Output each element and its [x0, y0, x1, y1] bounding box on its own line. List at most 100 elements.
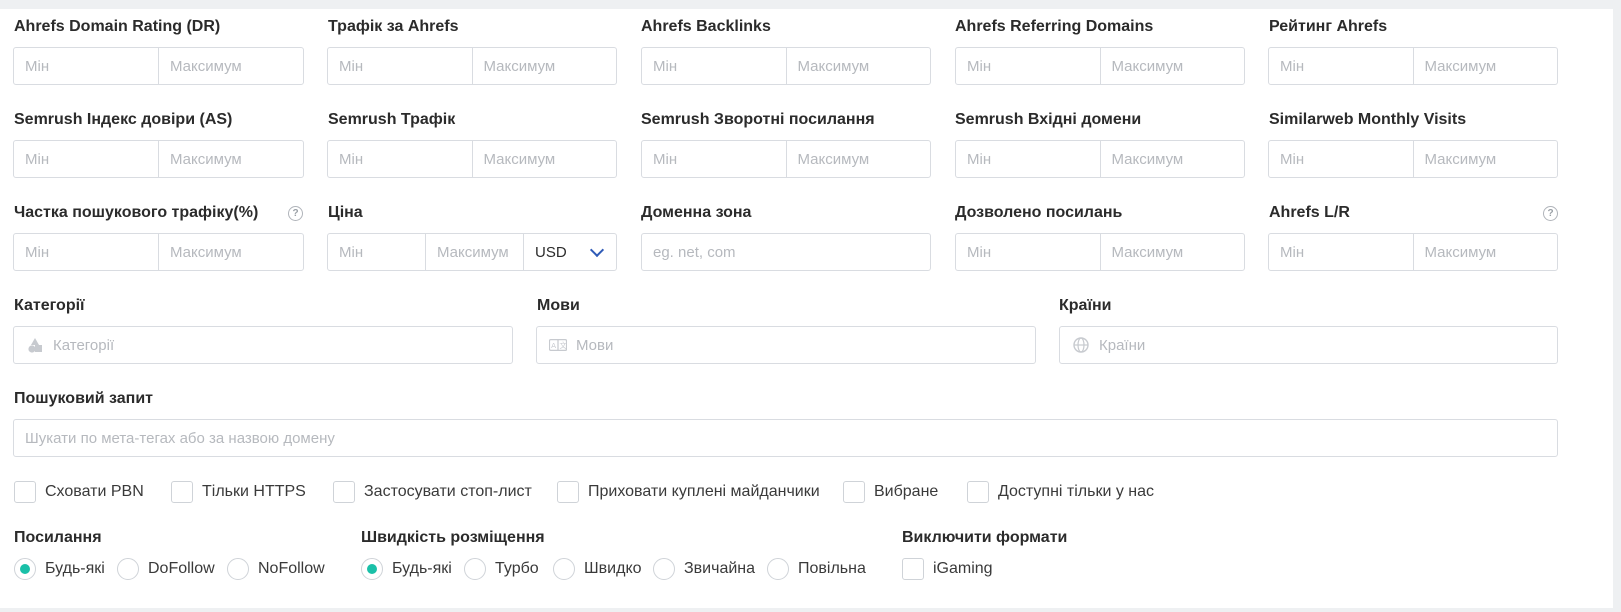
min-input[interactable]: Мін [1269, 141, 1413, 177]
max-input[interactable]: Максимум [158, 234, 303, 270]
checkbox-box[interactable] [557, 481, 579, 503]
radio-circle[interactable] [553, 558, 575, 580]
min-input[interactable]: Мін [642, 48, 786, 84]
ahrefs-rating-range: Мін Максимум [1268, 47, 1558, 85]
radio-links-any[interactable]: Будь-які [14, 558, 105, 580]
question-circle-icon[interactable]: ? [288, 206, 303, 221]
shapes-icon [26, 336, 44, 354]
min-input[interactable]: Мін [956, 234, 1100, 270]
ahrefs-traffic-range: Мін Максимум [327, 47, 617, 85]
radio-circle[interactable] [767, 558, 789, 580]
min-input[interactable]: Мін [328, 48, 472, 84]
links-allowed-range: Мін Максимум [955, 233, 1245, 271]
radio-label: Звичайна [684, 560, 756, 577]
currency-select[interactable]: USD [523, 234, 616, 270]
max-input[interactable]: Максимум [1412, 48, 1558, 84]
checkbox-exclude-igaming[interactable]: iGaming [902, 558, 993, 580]
radio-speed-turbo[interactable]: Турбо [464, 558, 539, 580]
ahrefs-ref-domains-range: Мін Максимум [955, 47, 1245, 85]
min-input[interactable]: Мін [642, 141, 786, 177]
checkbox-label: Застосувати стоп-лист [364, 483, 532, 500]
question-circle-icon[interactable]: ? [1543, 206, 1558, 221]
filter-label-similarweb: Similarweb Monthly Visits [1269, 111, 1467, 128]
min-input[interactable]: Мін [14, 141, 158, 177]
max-input[interactable]: Максимум [1412, 141, 1558, 177]
max-input[interactable]: Максимум [158, 48, 303, 84]
checkbox-label: Сховати PBN [45, 483, 144, 500]
categories-placeholder: Категорії [53, 336, 115, 354]
svg-text:文: 文 [559, 341, 566, 350]
max-input[interactable]: Максимум [471, 48, 617, 84]
checkbox-box[interactable] [171, 481, 193, 503]
filter-label-semrush-as: Semrush Індекс довіри (AS) [14, 111, 233, 128]
languages-select[interactable]: A文 Мови [536, 326, 1036, 364]
filter-label-domain-zone: Доменна зона [641, 204, 752, 221]
filter-label-languages: Мови [537, 297, 580, 314]
min-input[interactable]: Мін [956, 48, 1100, 84]
checkbox-box[interactable] [843, 481, 865, 503]
checkbox-https-only[interactable]: Тільки HTTPS [171, 481, 306, 503]
radio-circle[interactable] [227, 558, 249, 580]
radio-links-nofollow[interactable]: NoFollow [227, 558, 325, 580]
checkbox-label: Вибране [874, 483, 939, 500]
max-input[interactable]: Максимум [1099, 234, 1245, 270]
radio-circle[interactable] [653, 558, 675, 580]
radio-speed-normal[interactable]: Звичайна [653, 558, 755, 580]
filter-label-ahrefs-lr: Ahrefs L/R [1269, 204, 1350, 221]
radio-links-dofollow[interactable]: DoFollow [117, 558, 215, 580]
search-input[interactable]: Шукати по мета-тегах або за назвою домен… [13, 419, 1558, 457]
min-input[interactable]: Мін [1269, 234, 1413, 270]
checkbox-favorites[interactable]: Вибране [843, 481, 938, 503]
min-input[interactable]: Мін [1269, 48, 1413, 84]
filter-label-ahrefs-traffic: Трафік за Ahrefs [328, 18, 459, 35]
max-input[interactable]: Максимум [158, 141, 303, 177]
checkbox-exclusive[interactable]: Доступні тільки у нас [967, 481, 1154, 503]
search-share-range: Мін Максимум [13, 233, 304, 271]
max-input[interactable]: Максимум [471, 141, 617, 177]
svg-text:A: A [551, 341, 556, 350]
ahrefs-backlinks-range: Мін Максимум [641, 47, 931, 85]
bottom-strip [0, 608, 1621, 612]
countries-select[interactable]: Країни [1059, 326, 1558, 364]
radio-circle[interactable] [464, 558, 486, 580]
filter-label-links: Посилання [14, 529, 102, 546]
max-input[interactable]: Максимум [1099, 141, 1245, 177]
max-input[interactable]: Максимум [785, 141, 931, 177]
filter-label-ahrefs-dr: Ahrefs Domain Rating (DR) [14, 18, 221, 35]
checkbox-apply-stoplist[interactable]: Застосувати стоп-лист [333, 481, 532, 503]
min-input[interactable]: Мін [14, 48, 158, 84]
filter-label-speed: Швидкість розміщення [361, 529, 545, 546]
translate-icon: A文 [549, 336, 567, 354]
filter-label-semrush-traffic: Semrush Трафік [328, 111, 456, 128]
checkbox-box[interactable] [333, 481, 355, 503]
filter-label-ahrefs-ref-domains: Ahrefs Referring Domains [955, 18, 1154, 35]
max-input[interactable]: Максимум [1412, 234, 1558, 270]
scrollbar-track[interactable] [1613, 0, 1621, 612]
price-range: Мін Максимум USD [327, 233, 617, 271]
filter-label-semrush-backlinks: Semrush Зворотні посилання [641, 111, 875, 128]
radio-circle[interactable] [117, 558, 139, 580]
min-input[interactable]: Мін [956, 141, 1100, 177]
radio-speed-fast[interactable]: Швидко [553, 558, 642, 580]
radio-circle[interactable] [14, 558, 36, 580]
radio-speed-slow[interactable]: Повільна [767, 558, 866, 580]
checkbox-box[interactable] [902, 558, 924, 580]
semrush-backlinks-range: Мін Максимум [641, 140, 931, 178]
checkbox-hide-pbn[interactable]: Сховати PBN [14, 481, 144, 503]
min-input[interactable]: Мін [14, 234, 158, 270]
radio-circle[interactable] [361, 558, 383, 580]
semrush-ref-domains-range: Мін Максимум [955, 140, 1245, 178]
domain-zone-input[interactable]: eg. net, com [641, 233, 931, 271]
similarweb-range: Мін Максимум [1268, 140, 1558, 178]
max-input[interactable]: Максимум [425, 234, 523, 270]
max-input[interactable]: Максимум [785, 48, 931, 84]
max-input[interactable]: Максимум [1099, 48, 1245, 84]
checkbox-box[interactable] [14, 481, 36, 503]
filter-label-links-allowed: Дозволено посилань [955, 204, 1123, 221]
checkbox-hide-purchased[interactable]: Приховати куплені майданчики [557, 481, 820, 503]
checkbox-box[interactable] [967, 481, 989, 503]
min-input[interactable]: Мін [328, 141, 472, 177]
categories-select[interactable]: Категорії [13, 326, 513, 364]
min-input[interactable]: Мін [328, 234, 425, 270]
radio-speed-any[interactable]: Будь-які [361, 558, 452, 580]
